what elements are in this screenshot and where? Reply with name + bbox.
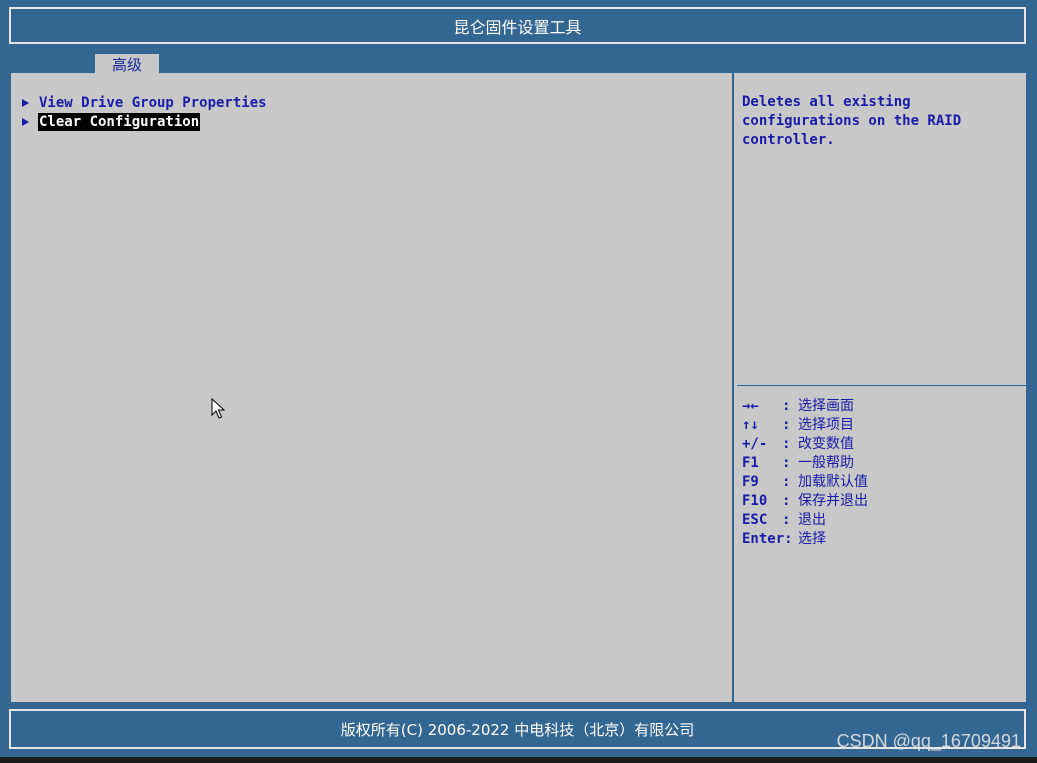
tab-advanced[interactable]: 高级 xyxy=(95,54,159,74)
menu-item-label: Clear Configuration xyxy=(38,112,201,131)
mouse-pointer-icon xyxy=(211,398,225,419)
key-label: +/- xyxy=(742,436,768,452)
key-label: F9 xyxy=(742,474,759,490)
help-text: Deletes all existing configurations on t… xyxy=(742,94,962,148)
key-separator: : xyxy=(782,474,791,490)
menu-item-label: View Drive Group Properties xyxy=(39,94,267,111)
key-description: 一般帮助 xyxy=(798,455,854,471)
key-separator: : xyxy=(782,455,791,471)
key-separator: : xyxy=(782,493,791,509)
help-panel: Deletes all existing configurations on t… xyxy=(734,73,1026,702)
key-row-save-exit: F10 : 保存并退出 xyxy=(742,492,868,511)
key-row-change-value: +/- : 改变数值 xyxy=(742,435,868,454)
key-separator: : xyxy=(782,436,791,452)
menu-item-view-drive-group-properties[interactable]: View Drive Group Properties xyxy=(22,93,268,112)
key-row-select: Enter: 选择 xyxy=(742,530,868,549)
key-label: Enter: xyxy=(742,531,793,547)
key-label: ESC xyxy=(742,512,768,528)
bios-screen: 昆仑固件设置工具 高级 View Drive Group Properties … xyxy=(0,0,1037,757)
key-row-load-defaults: F9 : 加载默认值 xyxy=(742,473,868,492)
key-label: F10 xyxy=(742,493,768,509)
watermark-text: CSDN @qq_16709491 xyxy=(836,731,1021,751)
key-description: 选择项目 xyxy=(798,417,854,433)
key-row-exit: ESC : 退出 xyxy=(742,511,868,530)
key-label: F1 xyxy=(742,455,759,471)
tab-label: 高级 xyxy=(111,55,142,74)
triangle-right-icon xyxy=(22,117,29,126)
key-separator: : xyxy=(782,512,791,528)
key-description: 选择画面 xyxy=(798,398,854,414)
triangle-right-icon xyxy=(22,98,29,107)
key-description: 退出 xyxy=(798,512,826,528)
key-row-select-item: ↑↓ : 选择项目 xyxy=(742,416,868,435)
menu-panel: View Drive Group Properties Clear Config… xyxy=(11,73,731,702)
key-row-select-screen: →← : 选择画面 xyxy=(742,397,868,416)
window-title: 昆仑固件设置工具 xyxy=(453,17,582,37)
menu-item-clear-configuration[interactable]: Clear Configuration xyxy=(22,112,268,131)
key-label: ↑↓ xyxy=(742,417,759,433)
menu-list: View Drive Group Properties Clear Config… xyxy=(22,93,268,131)
copyright-text: 版权所有(C) 2006-2022 中电科技（北京）有限公司 xyxy=(340,720,695,739)
key-separator: : xyxy=(782,398,791,414)
key-description: 加载默认值 xyxy=(798,474,868,490)
key-description: 选择 xyxy=(798,531,826,547)
key-legend: →← : 选择画面 ↑↓ : 选择项目 +/- : 改变数值 F1 : 一般帮助… xyxy=(742,397,868,549)
help-divider xyxy=(737,385,1026,386)
key-description: 保存并退出 xyxy=(798,493,868,509)
key-label: →← xyxy=(742,398,759,414)
key-description: 改变数值 xyxy=(798,436,854,452)
main-body: View Drive Group Properties Clear Config… xyxy=(8,73,1029,702)
key-row-general-help: F1 : 一般帮助 xyxy=(742,454,868,473)
window-title-bar: 昆仑固件设置工具 xyxy=(9,7,1026,44)
key-separator: : xyxy=(782,417,791,433)
